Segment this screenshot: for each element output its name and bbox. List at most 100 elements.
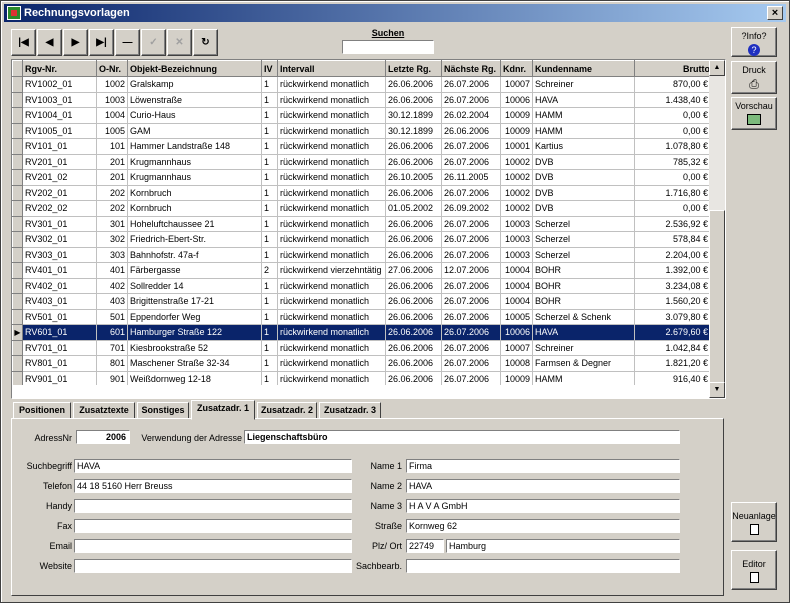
column-header-iv[interactable]: IV xyxy=(261,60,278,77)
cell-iv[interactable]: 1 xyxy=(261,76,278,93)
cell-iv[interactable]: 1 xyxy=(261,107,278,124)
row-selector[interactable] xyxy=(12,169,23,186)
cell-letzte-rg[interactable]: 30.12.1899 xyxy=(385,123,442,139)
cell-kundenname[interactable]: DVB xyxy=(532,185,635,201)
table-row[interactable]: RV403_01 403 Brigittenstraße 17-21 1 rückwir… xyxy=(12,293,710,310)
column-header-intervall[interactable]: Intervall xyxy=(277,60,386,77)
cell-iv[interactable]: 1 xyxy=(261,123,278,139)
sachbearb-field[interactable] xyxy=(406,559,680,573)
cell-naechste-rg[interactable]: 26.07.2006 xyxy=(441,278,501,294)
cell-letzte-rg[interactable]: 26.06.2006 xyxy=(385,185,442,201)
delete-record-button[interactable]: — xyxy=(115,29,140,56)
cell-rgv-nr[interactable]: RV101_01 xyxy=(22,138,97,155)
cell-iv[interactable]: 1 xyxy=(261,309,278,325)
cell-objekt-bezeichnung[interactable]: Hammer Landstraße 148 xyxy=(127,138,262,155)
cell-naechste-rg[interactable]: 26.02.2004 xyxy=(441,107,501,124)
cell-o-nr[interactable]: 1003 xyxy=(96,92,128,108)
info-button[interactable]: ?Info? ? xyxy=(731,27,777,57)
cell-rgv-nr[interactable]: RV201_02 xyxy=(22,169,97,186)
tab-positionen[interactable]: Positionen xyxy=(13,402,71,419)
cell-rgv-nr[interactable]: RV202_01 xyxy=(22,185,97,201)
cell-rgv-nr[interactable]: RV301_01 xyxy=(22,216,97,232)
cell-objekt-bezeichnung[interactable]: Brigittenstraße 17-21 xyxy=(127,293,262,310)
cell-letzte-rg[interactable]: 01.05.2002 xyxy=(385,200,442,217)
table-row[interactable]: RV901_01 901 Weißdornweg 12-18 1 rückwirkend… xyxy=(12,370,710,385)
cell-naechste-rg[interactable]: 26.07.2006 xyxy=(441,371,501,385)
cell-letzte-rg[interactable]: 26.06.2006 xyxy=(385,154,442,170)
cell-rgv-nr[interactable]: RV901_01 xyxy=(22,371,97,385)
cell-naechste-rg[interactable]: 26.07.2006 xyxy=(441,154,501,170)
cell-kdnr[interactable]: 10003 xyxy=(500,231,533,248)
cell-kundenname[interactable]: DVB xyxy=(532,154,635,170)
cell-objekt-bezeichnung[interactable]: GAM xyxy=(127,123,262,139)
cell-letzte-rg[interactable]: 26.10.2005 xyxy=(385,169,442,186)
cell-brutto[interactable]: 0,00 € xyxy=(634,169,710,186)
table-row[interactable]: RV202_01 202 Kornbruch 1 rückwirkend monatli… xyxy=(12,184,710,201)
row-selector[interactable] xyxy=(12,339,23,356)
cell-kdnr[interactable]: 10009 xyxy=(500,107,533,124)
cell-intervall[interactable]: rückwirkend monatlich xyxy=(277,169,386,186)
cell-kundenname[interactable]: Scherzel & Schenk xyxy=(532,309,635,325)
cell-kdnr[interactable]: 10005 xyxy=(500,309,533,325)
cell-rgv-nr[interactable]: RV403_01 xyxy=(22,293,97,310)
cell-rgv-nr[interactable]: RV201_01 xyxy=(22,154,97,170)
cell-iv[interactable]: 1 xyxy=(261,138,278,155)
cell-brutto[interactable]: 1.392,00 € xyxy=(634,262,710,279)
cell-objekt-bezeichnung[interactable]: Kiesbrookstraße 52 xyxy=(127,340,262,356)
vertical-scrollbar[interactable]: ▲ ▼ xyxy=(709,60,725,398)
cell-objekt-bezeichnung[interactable]: Färbergasse xyxy=(127,262,262,279)
cell-letzte-rg[interactable]: 27.06.2006 xyxy=(385,262,442,279)
cell-objekt-bezeichnung[interactable]: Sollredder 14 xyxy=(127,278,262,294)
search-input[interactable] xyxy=(342,40,434,54)
cell-kundenname[interactable]: HAMM xyxy=(532,123,635,139)
cell-letzte-rg[interactable]: 26.06.2006 xyxy=(385,231,442,248)
cell-objekt-bezeichnung[interactable]: Weißdornweg 12-18 xyxy=(127,371,262,385)
cell-kdnr[interactable]: 10006 xyxy=(500,324,533,341)
cell-rgv-nr[interactable]: RV501_01 xyxy=(22,309,97,325)
cell-kdnr[interactable]: 10007 xyxy=(500,340,533,356)
suchbegriff-field[interactable]: HAVA xyxy=(74,459,352,473)
cell-naechste-rg[interactable]: 26.07.2006 xyxy=(441,216,501,232)
cell-objekt-bezeichnung[interactable]: Krugmannhaus xyxy=(127,154,262,170)
cell-iv[interactable]: 1 xyxy=(261,293,278,310)
cell-brutto[interactable]: 1.821,20 € xyxy=(634,355,710,372)
cell-brutto[interactable]: 1.438,40 € xyxy=(634,92,710,108)
cell-rgv-nr[interactable]: RV202_02 xyxy=(22,200,97,217)
tab-zusatzadr-3[interactable]: Zusatzadr. 3 xyxy=(319,402,381,419)
cell-kundenname[interactable]: BOHR xyxy=(532,293,635,310)
cell-kdnr[interactable]: 10003 xyxy=(500,216,533,232)
print-button[interactable]: Druck ⎙ xyxy=(731,61,777,94)
cell-letzte-rg[interactable]: 26.06.2006 xyxy=(385,324,442,341)
cell-kdnr[interactable]: 10002 xyxy=(500,154,533,170)
cell-letzte-rg[interactable]: 26.06.2006 xyxy=(385,216,442,232)
table-row[interactable]: RV101_01 101 Hammer Landstraße 148 1 rückwir… xyxy=(12,138,710,155)
cell-brutto[interactable]: 1.560,20 € xyxy=(634,293,710,310)
table-row[interactable]: RV302_01 302 Friedrich-Ebert-Str. 1 rückwirk… xyxy=(12,231,710,248)
cell-brutto[interactable]: 1.716,80 € xyxy=(634,185,710,201)
cell-o-nr[interactable]: 101 xyxy=(96,138,128,155)
cell-kdnr[interactable]: 10006 xyxy=(500,92,533,108)
row-selector[interactable] xyxy=(12,370,23,385)
telefon-field[interactable]: 44 18 5160 Herr Breuss xyxy=(74,479,352,493)
cell-naechste-rg[interactable]: 26.07.2006 xyxy=(441,293,501,310)
cell-o-nr[interactable]: 901 xyxy=(96,371,128,385)
cell-kdnr[interactable]: 10004 xyxy=(500,278,533,294)
cell-objekt-bezeichnung[interactable]: Hamburger Straße 122 xyxy=(127,324,262,341)
row-selector[interactable] xyxy=(12,76,23,93)
fax-field[interactable] xyxy=(74,519,352,533)
confirm-edit-button[interactable]: ✓ xyxy=(141,29,166,56)
cancel-edit-button[interactable]: ✕ xyxy=(167,29,192,56)
cell-brutto[interactable]: 0,00 € xyxy=(634,123,710,139)
cell-kundenname[interactable]: BOHR xyxy=(532,262,635,279)
cell-o-nr[interactable]: 1004 xyxy=(96,107,128,124)
cell-o-nr[interactable]: 402 xyxy=(96,278,128,294)
cell-intervall[interactable]: rückwirkend monatlich xyxy=(277,92,386,108)
row-selector[interactable] xyxy=(12,355,23,372)
cell-intervall[interactable]: rückwirkend monatlich xyxy=(277,138,386,155)
table-row[interactable]: RV402_01 402 Sollredder 14 1 rückwirkend mon… xyxy=(12,277,710,294)
cell-naechste-rg[interactable]: 26.07.2006 xyxy=(441,138,501,155)
cell-rgv-nr[interactable]: RV402_01 xyxy=(22,278,97,294)
cell-o-nr[interactable]: 403 xyxy=(96,293,128,310)
row-selector[interactable] xyxy=(12,277,23,294)
cell-kundenname[interactable]: HAVA xyxy=(532,92,635,108)
